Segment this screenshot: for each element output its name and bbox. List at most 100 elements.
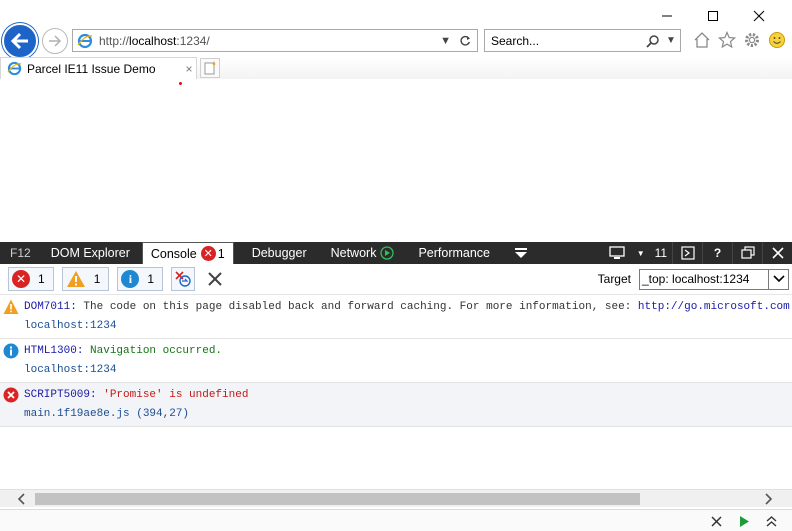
- clear-input-icon[interactable]: [708, 513, 724, 529]
- tab-performance[interactable]: Performance: [406, 242, 502, 264]
- target-select[interactable]: _top: localhost:1234: [639, 268, 789, 290]
- console-error-count: 1: [217, 246, 225, 261]
- console-message[interactable]: SCRIPT5009: 'Promise' is undefined main.…: [0, 383, 792, 427]
- message-text: 'Promise' is undefined: [103, 389, 249, 401]
- feedback-smiley-icon[interactable]: [767, 30, 787, 50]
- search-box[interactable]: ▼: [484, 29, 681, 52]
- tab-label: Network: [330, 246, 377, 260]
- console-toggle-button[interactable]: [672, 242, 702, 264]
- warnings-count: 1: [93, 272, 101, 286]
- console-message[interactable]: HTML1300: Navigation occurred. localhost…: [0, 339, 792, 383]
- message-link[interactable]: http://go.microsoft.com: [638, 301, 790, 313]
- settings-gear-icon[interactable]: [742, 30, 762, 50]
- console-input[interactable]: [0, 510, 700, 531]
- info-icon: [3, 343, 19, 359]
- dropdown-arrow-icon[interactable]: ▼: [440, 35, 451, 47]
- window-controls: [644, 6, 782, 26]
- emulation-dropdown[interactable]: ▼ 11: [604, 242, 672, 264]
- target-label: Target: [597, 272, 631, 286]
- scroll-right-icon[interactable]: [760, 490, 778, 508]
- close-window-icon[interactable]: [736, 6, 782, 26]
- dropdown-arrow-icon: ▼: [636, 248, 645, 258]
- message-source[interactable]: localhost:1234: [24, 320, 116, 332]
- message-code: HTML1300: [24, 345, 77, 357]
- message-source[interactable]: main.1f19ae8e.js (394,27): [24, 408, 189, 420]
- undock-icon: [740, 246, 755, 259]
- home-icon[interactable]: [692, 30, 712, 50]
- browser-tab[interactable]: Parcel IE11 Issue Demo ×: [0, 57, 197, 79]
- horizontal-scrollbar[interactable]: [0, 489, 792, 507]
- scrollbar-thumb[interactable]: [35, 493, 640, 505]
- scroll-left-icon[interactable]: [12, 490, 30, 508]
- warning-icon: [66, 271, 85, 287]
- new-tab-icon: [204, 61, 216, 75]
- target-value: _top: localhost:1234: [642, 272, 750, 286]
- info-count: 1: [147, 272, 155, 286]
- expand-multiline-icon[interactable]: [763, 513, 779, 529]
- search-dropdown-icon[interactable]: ▼: [666, 35, 676, 46]
- monitor-icon: [609, 246, 625, 259]
- new-tab-button[interactable]: [200, 58, 220, 78]
- tab-label: DOM Explorer: [50, 246, 130, 260]
- message-separator: :: [90, 389, 104, 401]
- browser-titlebar: http://localhost:1234/ ▼ ▼: [0, 0, 792, 60]
- undock-button[interactable]: [732, 242, 762, 264]
- tab-close-icon[interactable]: ×: [182, 62, 196, 76]
- tab-dom-explorer[interactable]: DOM Explorer: [39, 242, 142, 264]
- address-bar[interactable]: http://localhost:1234/ ▼: [72, 29, 478, 52]
- console-toolbar: ✕ 1 1 i 1 Target _top: localhost:1234: [0, 264, 792, 295]
- url-host: localhost: [129, 33, 177, 48]
- devtools-tabbar: F12 DOM Explorer Console ✕ 1 Debugger Ne…: [0, 242, 792, 264]
- minimize-icon[interactable]: [644, 6, 690, 26]
- maximize-icon[interactable]: [690, 6, 736, 26]
- more-tabs-icon: [515, 248, 528, 258]
- ie-page-icon: [77, 33, 93, 48]
- warning-icon: [3, 299, 19, 314]
- message-text: Navigation occurred.: [90, 345, 223, 357]
- tab-console[interactable]: Console ✕ 1: [141, 242, 234, 264]
- more-tabs-dropdown[interactable]: [502, 242, 540, 264]
- url-protocol: http://: [99, 33, 130, 48]
- console-message[interactable]: DOM7011: The code on this page disabled …: [0, 295, 792, 339]
- tab-title: Parcel IE11 Issue Demo: [27, 61, 156, 76]
- forward-button[interactable]: [42, 28, 68, 54]
- message-code: SCRIPT5009: [24, 389, 91, 401]
- emulation-version: 11: [654, 246, 668, 260]
- warnings-filter-button[interactable]: 1: [61, 267, 110, 291]
- close-icon: [771, 247, 784, 259]
- record-play-icon[interactable]: [380, 246, 395, 260]
- chevron-down-icon: [768, 269, 788, 289]
- tab-label: Debugger: [251, 246, 307, 260]
- clear-console-button[interactable]: [205, 269, 225, 289]
- f12-label: F12: [10, 246, 31, 260]
- message-separator: :: [70, 301, 84, 313]
- help-button[interactable]: ?: [702, 242, 732, 264]
- ie-tab-icon: [7, 61, 22, 76]
- arrow-left-icon: [10, 32, 28, 50]
- search-input[interactable]: [491, 33, 646, 48]
- help-icon: ?: [713, 246, 722, 260]
- console-prompt-icon: [680, 246, 695, 260]
- run-script-icon[interactable]: [736, 513, 752, 529]
- console-input-bar: [0, 509, 792, 531]
- devtools-close-button[interactable]: [762, 242, 792, 264]
- tab-network[interactable]: Network: [319, 242, 407, 264]
- console-output: DOM7011: The code on this page disabled …: [0, 295, 792, 427]
- info-filter-button[interactable]: i 1: [117, 267, 164, 291]
- favorites-star-icon[interactable]: [717, 30, 737, 50]
- address-url[interactable]: http://localhost:1234/: [99, 34, 440, 48]
- clear-x-icon: [208, 272, 222, 286]
- errors-filter-button[interactable]: ✕ 1: [8, 267, 54, 291]
- refresh-icon[interactable]: [459, 35, 471, 47]
- tab-debugger[interactable]: Debugger: [240, 242, 319, 264]
- back-button[interactable]: [2, 23, 38, 59]
- error-icon: ✕: [12, 270, 30, 288]
- arrow-right-icon: [49, 35, 62, 47]
- message-source[interactable]: localhost:1234: [24, 364, 116, 376]
- search-icon[interactable]: [646, 34, 660, 48]
- error-x-icon: ✕: [200, 246, 216, 261]
- clear-on-navigate-icon: [175, 271, 191, 287]
- clear-on-navigate-toggle[interactable]: [171, 267, 196, 291]
- message-text: The code on this page disabled back and …: [83, 301, 638, 313]
- errors-count: 1: [38, 272, 45, 286]
